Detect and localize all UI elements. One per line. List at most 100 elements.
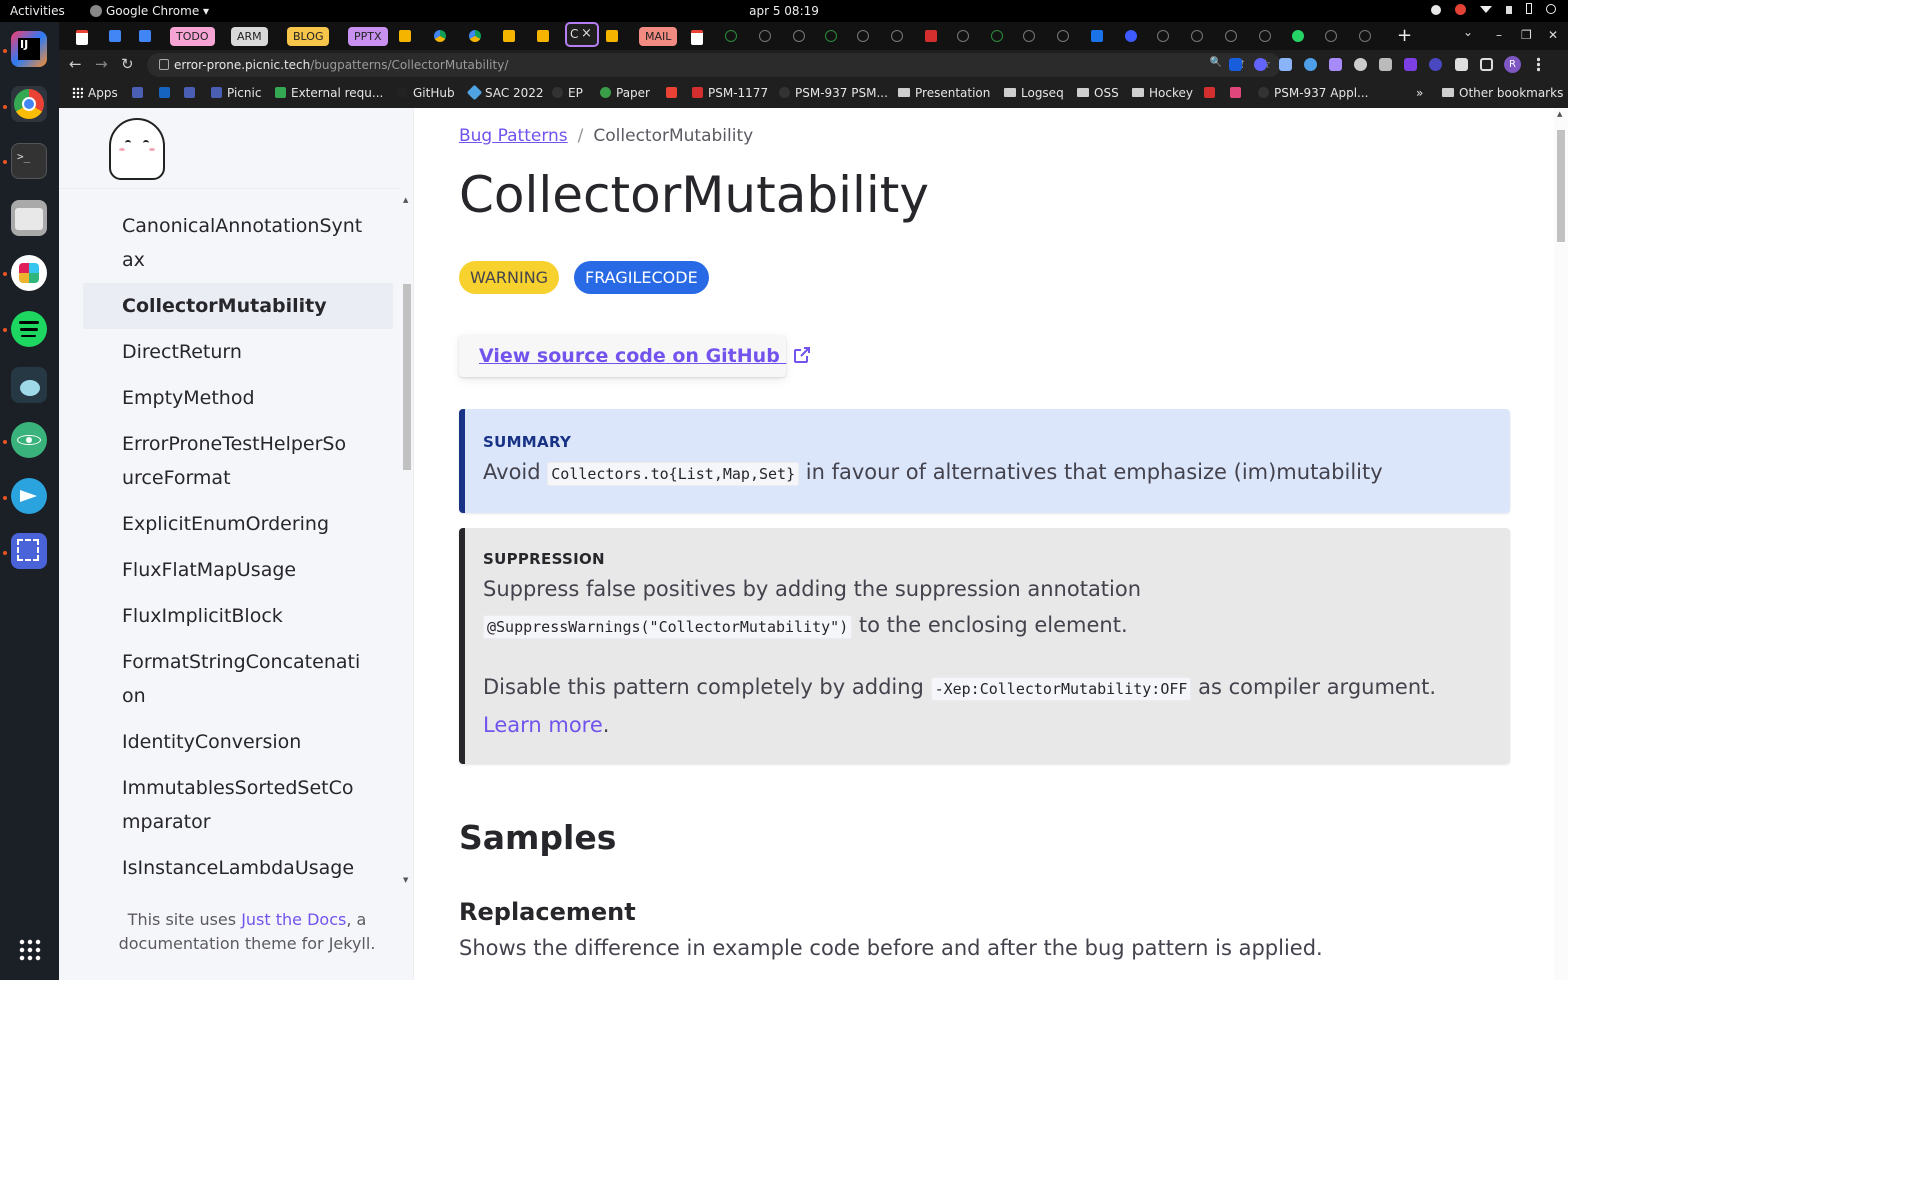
system-tray[interactable] bbox=[1431, 3, 1556, 15]
tab-todo[interactable]: TODO bbox=[170, 27, 215, 46]
maximize-button[interactable]: ❐ bbox=[1521, 28, 1532, 42]
github-tab[interactable] bbox=[991, 30, 1003, 42]
slack-tray-icon[interactable] bbox=[1431, 5, 1441, 15]
bookmark-folder-hockey[interactable]: Hockey bbox=[1132, 86, 1193, 100]
sidebar-item-explicit-enum-ordering[interactable]: ExplicitEnumOrdering bbox=[83, 501, 393, 547]
bookmark-picnic[interactable]: Picnic bbox=[211, 86, 261, 100]
slides-tab[interactable] bbox=[503, 30, 515, 42]
volume-icon[interactable] bbox=[1506, 6, 1512, 14]
app-menu[interactable]: Google Chrome ▾ bbox=[90, 4, 209, 18]
slides-tab[interactable] bbox=[399, 30, 411, 42]
tab-favicon[interactable] bbox=[1125, 30, 1137, 42]
extension-icon[interactable] bbox=[1429, 58, 1442, 71]
url-text[interactable]: error-prone.picnic.tech/bugpatterns/Coll… bbox=[174, 58, 508, 72]
spotify-icon[interactable] bbox=[11, 311, 47, 347]
extension-icon[interactable] bbox=[1379, 58, 1392, 71]
sidebar-item-collector-mutability[interactable]: CollectorMutability bbox=[83, 283, 393, 329]
github-tab[interactable] bbox=[1225, 30, 1237, 42]
clock[interactable]: apr 5 08:19 bbox=[0, 4, 1568, 18]
github-tab[interactable] bbox=[957, 30, 969, 42]
bookmark-folder-logseq[interactable]: Logseq bbox=[1004, 86, 1064, 100]
github-tab[interactable] bbox=[1057, 30, 1069, 42]
apps-bookmark[interactable]: Apps bbox=[72, 86, 118, 100]
scroll-up-arrow[interactable]: ▲ bbox=[1557, 110, 1562, 118]
github-tab[interactable] bbox=[725, 30, 737, 42]
bookmarks-overflow-button[interactable]: » bbox=[1416, 86, 1423, 100]
sidebar-item-format-string-concatenation[interactable]: FormatStringConcatenati on bbox=[83, 639, 393, 719]
whatsapp-tab[interactable] bbox=[1292, 30, 1304, 42]
github-tab[interactable] bbox=[891, 30, 903, 42]
bookmark-item[interactable] bbox=[184, 86, 200, 100]
bookmark-psm-1177[interactable]: PSM-1177 bbox=[692, 86, 768, 100]
bookmark-item[interactable] bbox=[666, 86, 682, 100]
wifi-icon[interactable] bbox=[1480, 6, 1492, 13]
bookmark-item[interactable] bbox=[132, 86, 148, 100]
breadcrumb-bug-patterns[interactable]: Bug Patterns bbox=[459, 126, 568, 146]
bookmark-item[interactable] bbox=[1230, 86, 1246, 100]
sidebar-item-is-instance-lambda-usage[interactable]: IsInstanceLambdaUsage bbox=[83, 845, 393, 879]
github-tab[interactable] bbox=[1023, 30, 1035, 42]
chrome-tray-icon[interactable] bbox=[1455, 4, 1466, 15]
drive-tab[interactable] bbox=[434, 30, 446, 42]
sheet-tab[interactable] bbox=[139, 30, 151, 42]
tab-blog[interactable]: BLOG bbox=[287, 27, 330, 46]
active-tab[interactable]: C × bbox=[565, 22, 599, 47]
drive-tab[interactable] bbox=[469, 30, 481, 42]
sidebar-item-flux-flat-map-usage[interactable]: FluxFlatMapUsage bbox=[83, 547, 393, 593]
close-icon[interactable]: × bbox=[581, 26, 592, 41]
github-tab[interactable] bbox=[1157, 30, 1169, 42]
learn-more-link[interactable]: Learn more bbox=[483, 713, 603, 737]
puzzle-icon[interactable] bbox=[1455, 58, 1468, 71]
sidebar-item-direct-return[interactable]: DirectReturn bbox=[83, 329, 393, 375]
github-tab[interactable] bbox=[793, 30, 805, 42]
github-tab[interactable] bbox=[759, 30, 771, 42]
sidepanel-icon[interactable] bbox=[1480, 58, 1493, 71]
scroll-down-arrow[interactable]: ▼ bbox=[403, 876, 408, 884]
scrollbar-thumb[interactable] bbox=[1557, 130, 1565, 242]
site-logo[interactable] bbox=[103, 118, 171, 184]
extension-icon[interactable] bbox=[1404, 58, 1417, 71]
tab-search-button[interactable]: ⌄ bbox=[1463, 25, 1473, 39]
terminal-icon[interactable]: >_ bbox=[11, 143, 47, 179]
sidebar-item-error-prone-test-helper-source-format[interactable]: ErrorProneTestHelperSo urceFormat bbox=[83, 421, 393, 501]
bookmark-item[interactable] bbox=[159, 86, 175, 100]
bookmark-psm-937-appl[interactable]: PSM-937 Appl... bbox=[1258, 86, 1368, 100]
page-scrollbar[interactable]: ▲ bbox=[1554, 108, 1568, 980]
bookmark-paper[interactable]: Paper bbox=[600, 86, 650, 100]
slack-icon[interactable] bbox=[11, 255, 47, 291]
back-button[interactable]: ← bbox=[69, 55, 82, 73]
forward-button[interactable]: → bbox=[95, 55, 108, 73]
github-tab[interactable] bbox=[1359, 30, 1371, 42]
jira-tab[interactable] bbox=[925, 30, 937, 42]
bookmark-external-requests[interactable]: External requ... bbox=[275, 86, 383, 100]
just-the-docs-link[interactable]: Just the Docs bbox=[241, 910, 346, 929]
view-source-github-button[interactable]: View source code on GitHub bbox=[459, 335, 811, 377]
sheet-tab[interactable] bbox=[109, 30, 121, 42]
minimize-button[interactable]: – bbox=[1496, 28, 1502, 42]
gmail-tab[interactable] bbox=[76, 30, 88, 45]
lock-icon[interactable] bbox=[159, 59, 169, 70]
bookmark-sac[interactable]: SAC 2022 bbox=[466, 84, 544, 101]
sidebar-item-immutables-sorted-set-comparator[interactable]: ImmutablesSortedSetCo mparator bbox=[83, 765, 393, 845]
github-tab[interactable] bbox=[1325, 30, 1337, 42]
files-icon[interactable] bbox=[11, 200, 47, 236]
chrome-icon[interactable] bbox=[11, 86, 47, 122]
sidebar-item-identity-conversion[interactable]: IdentityConversion bbox=[83, 719, 393, 765]
github-tab[interactable] bbox=[825, 30, 837, 42]
menu-icon[interactable] bbox=[1537, 57, 1540, 72]
tab-arm[interactable]: ARM bbox=[231, 27, 268, 46]
bookmark-folder-oss[interactable]: OSS bbox=[1077, 86, 1119, 100]
other-bookmarks[interactable]: Other bookmarks bbox=[1442, 86, 1563, 100]
tab-mail[interactable]: MAIL bbox=[639, 27, 678, 46]
gmail-tab[interactable] bbox=[691, 30, 703, 45]
github-extension-icon[interactable] bbox=[1329, 58, 1342, 71]
bookmark-ep[interactable]: EP bbox=[552, 86, 583, 100]
battery-icon[interactable] bbox=[1526, 3, 1532, 14]
docs-tab[interactable] bbox=[1091, 30, 1103, 42]
close-window-button[interactable]: ✕ bbox=[1548, 28, 1558, 42]
scroll-up-arrow[interactable]: ▲ bbox=[403, 196, 408, 204]
bitwarden-extension-icon[interactable] bbox=[1229, 58, 1242, 71]
scrollbar-thumb[interactable] bbox=[403, 284, 411, 470]
profile-avatar[interactable]: R bbox=[1504, 56, 1521, 73]
sidebar-scrollbar[interactable]: ▲ ▼ bbox=[401, 188, 413, 888]
